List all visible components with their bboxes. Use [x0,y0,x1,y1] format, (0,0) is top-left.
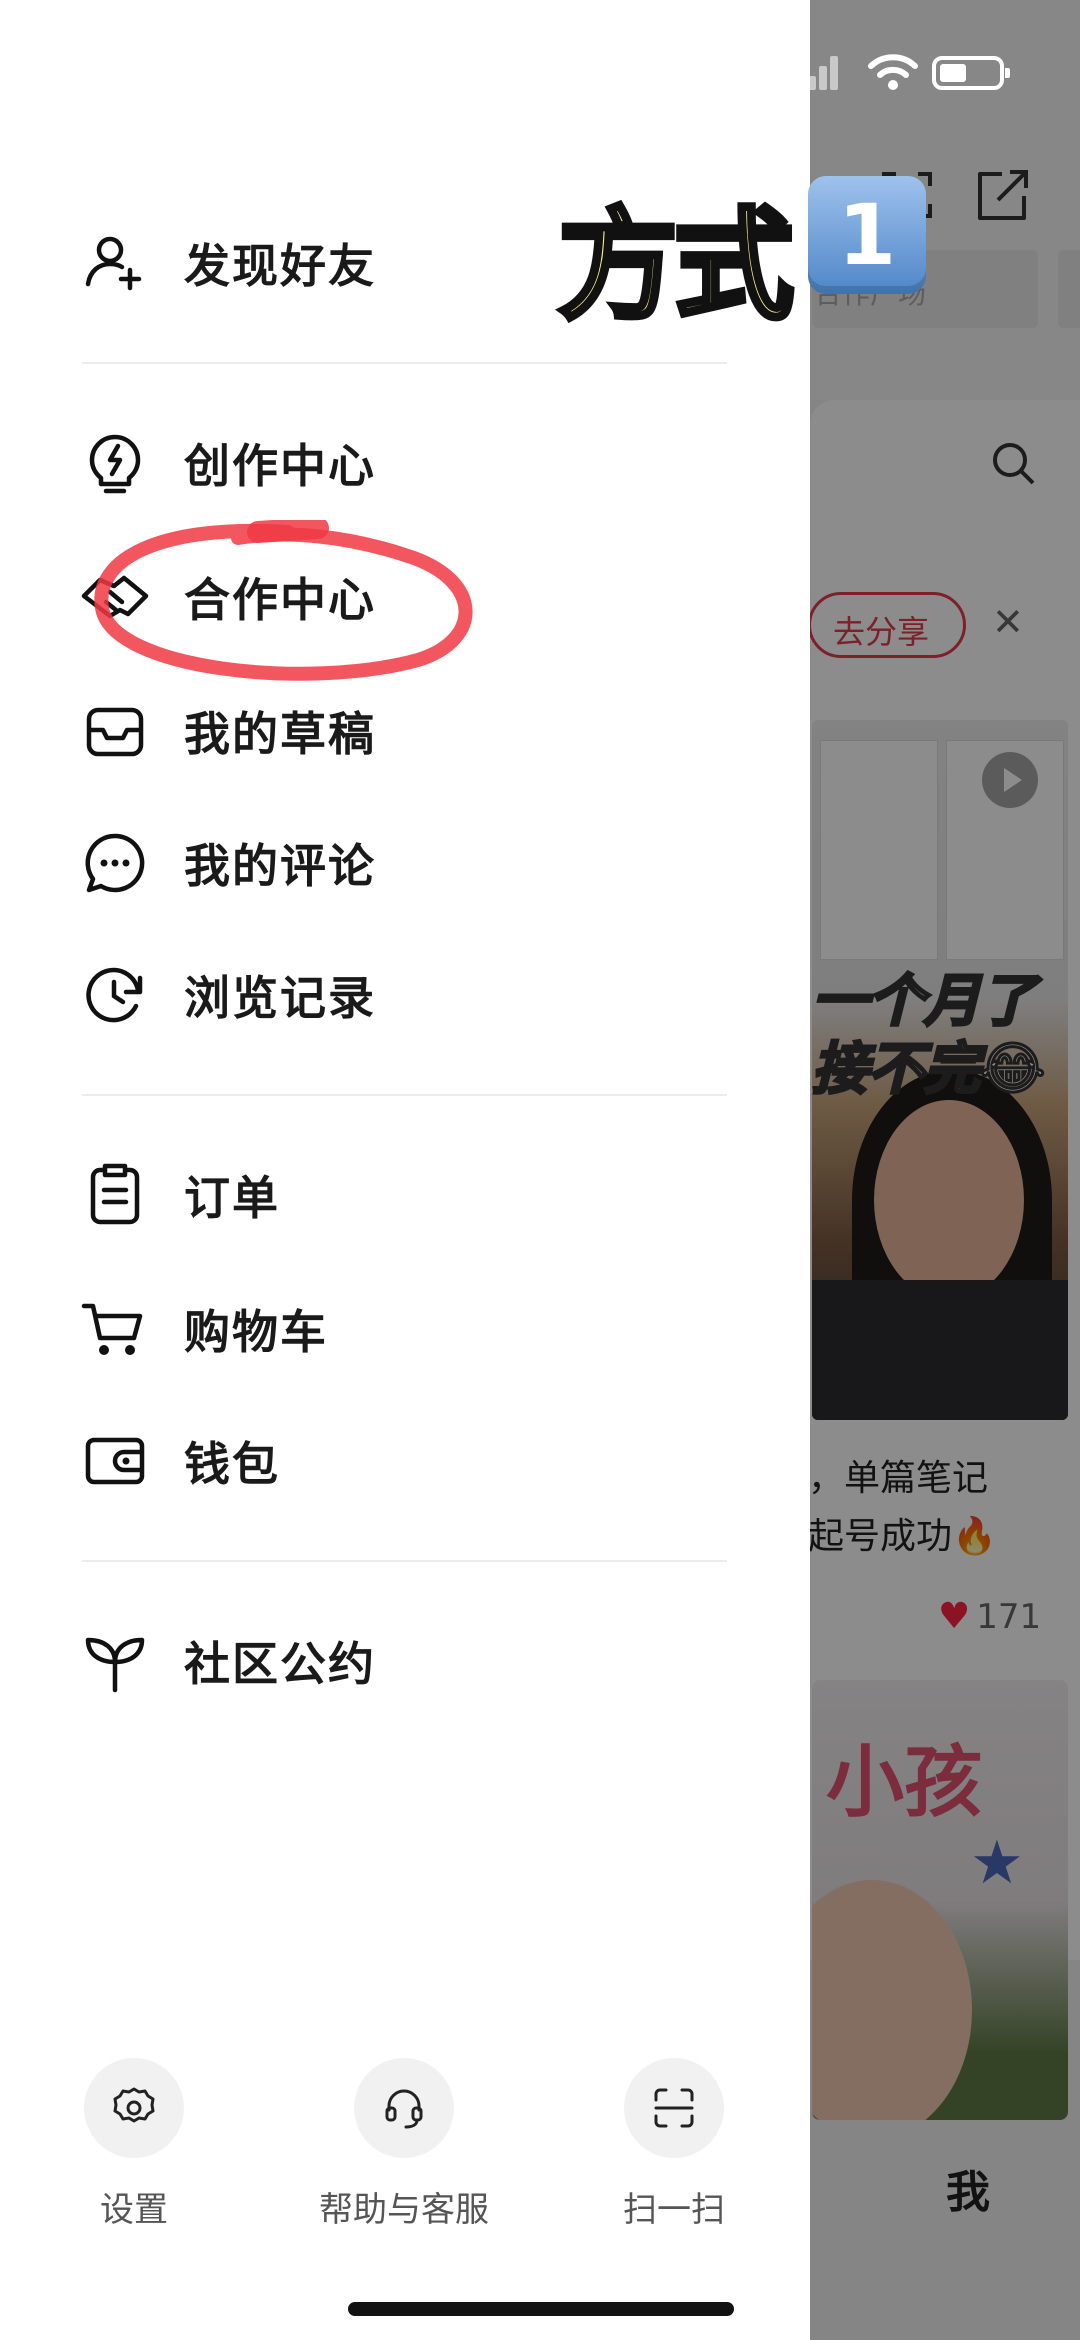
annotation-title: 方式 [556,195,797,339]
menu-item-shopping-cart[interactable]: 购物车 [80,1274,730,1384]
menu-item-label: 我的评论 [184,839,376,893]
menu-item-label: 我的草稿 [184,707,376,761]
menu-item-label: 购物车 [184,1305,328,1359]
divider [82,362,727,364]
menu-item-label: 创作中心 [184,439,376,493]
wallet-icon [80,1426,150,1496]
add-friend-icon [80,228,150,298]
menu-item-label: 社区公约 [184,1637,376,1691]
shopping-cart-icon [80,1294,150,1364]
signal-icon [808,54,838,90]
order-clipboard-icon [80,1160,150,1230]
menu-item-my-drafts[interactable]: 我的草稿 [80,676,730,786]
divider [82,1094,727,1096]
side-drawer: 发现好友 创作中心 合作中心 我的草稿 我的评论 浏览记录 订单 购物车 钱包 … [0,0,810,2340]
settings-label: 设置 [100,2190,168,2230]
menu-item-label: 钱包 [184,1437,280,1491]
menu-item-label: 订单 [184,1171,280,1225]
settings-circle[interactable] [84,2058,184,2158]
scan-button[interactable]: 扫一扫 [544,2058,804,2231]
scan-icon [654,2088,694,2128]
menu-item-creator-center[interactable]: 创作中心 [80,408,730,518]
headset-icon [385,2089,423,2129]
inbox-icon [80,696,150,766]
annotation-highlight-circle [94,520,473,681]
help-and-support-button[interactable]: 帮助与客服 [274,2058,534,2231]
menu-item-wallet[interactable]: 钱包 [80,1406,730,1516]
menu-item-my-comments[interactable]: 我的评论 [80,808,730,918]
scan-circle[interactable] [624,2058,724,2158]
wifi-icon [868,54,918,90]
annotation-number-badge: 1 [808,176,926,294]
battery-icon [932,56,1010,90]
help-circle[interactable] [354,2058,454,2158]
chat-bubble-icon [80,828,150,898]
home-indicator[interactable] [348,2302,734,2316]
scan-label: 扫一扫 [623,2190,725,2230]
menu-item-browsing-history[interactable]: 浏览记录 [80,940,730,1050]
gear-icon [113,2087,155,2123]
divider [82,1560,727,1562]
lightning-bulb-icon [80,428,150,498]
menu-item-label: 发现好友 [184,239,376,293]
menu-item-community-guidelines[interactable]: 社区公约 [80,1606,730,1716]
help-label: 帮助与客服 [319,2190,489,2230]
history-clock-icon [80,960,150,1030]
menu-item-orders[interactable]: 订单 [80,1140,730,1250]
sprout-icon [80,1626,150,1696]
settings-button[interactable]: 设置 [4,2058,264,2231]
menu-item-label: 浏览记录 [184,971,376,1025]
